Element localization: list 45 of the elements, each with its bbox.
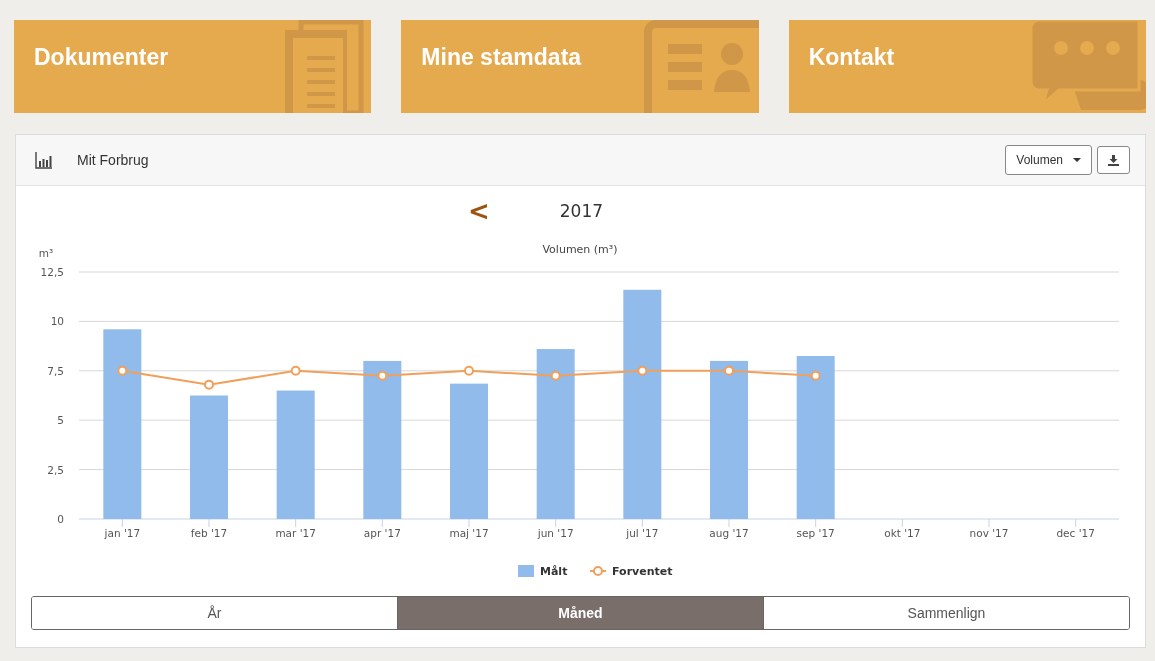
legend-swatch xyxy=(518,565,534,577)
x-tick-label: aug '17 xyxy=(709,527,749,539)
y-tick-label: 12,5 xyxy=(40,266,64,278)
point xyxy=(377,370,388,381)
y-tick-label: 2,5 xyxy=(47,463,64,476)
x-tick-label: maj '17 xyxy=(449,527,489,539)
view-tab[interactable]: Måned xyxy=(397,597,763,629)
y-tick-label: 7,5 xyxy=(47,364,64,377)
point xyxy=(637,365,648,376)
x-tick-label: jan '17 xyxy=(104,527,141,539)
x-tick-label: nov '17 xyxy=(969,527,1009,539)
x-tick-label: jun '17 xyxy=(537,527,574,539)
legend-line-icon xyxy=(589,566,607,576)
download-icon xyxy=(1108,154,1119,166)
view-tab[interactable]: Sammenlign xyxy=(763,597,1129,629)
x-tick-label: okt '17 xyxy=(884,527,921,539)
y-tick-label: 5 xyxy=(57,414,64,427)
y-tick-label: 0 xyxy=(57,513,64,525)
x-tick-label: jul '17 xyxy=(626,527,659,539)
x-tick-label: feb '17 xyxy=(190,527,228,539)
panel-title: Mit Forbrug xyxy=(77,152,149,168)
bar-chart-icon xyxy=(35,151,53,169)
chart-title: Volumen (m³) xyxy=(542,243,618,256)
point xyxy=(204,379,214,390)
previous-year-button[interactable]: < xyxy=(467,196,490,226)
point xyxy=(290,365,301,376)
legend-label[interactable]: Forventet xyxy=(612,565,673,578)
x-tick-label: sep '17 xyxy=(796,527,835,539)
download-button[interactable] xyxy=(1097,146,1130,174)
year-label: 2017 xyxy=(559,201,604,221)
point xyxy=(464,365,474,376)
chat-bubbles-icon xyxy=(1031,20,1146,113)
point xyxy=(117,365,128,376)
volume-dropdown[interactable]: Volumen xyxy=(1005,145,1092,175)
x-tick-label: mar '17 xyxy=(275,527,316,539)
x-tick-label: apr '17 xyxy=(363,527,401,539)
y-axis-unit: m³ xyxy=(38,247,54,259)
id-card-icon xyxy=(643,20,759,113)
point xyxy=(810,370,821,381)
y-tick-label: 10 xyxy=(50,315,64,328)
point xyxy=(550,370,561,381)
x-tick-label: dec '17 xyxy=(1056,527,1095,539)
caret-icon xyxy=(1073,158,1081,162)
legend-label[interactable]: Målt xyxy=(540,565,568,578)
point xyxy=(724,365,734,376)
